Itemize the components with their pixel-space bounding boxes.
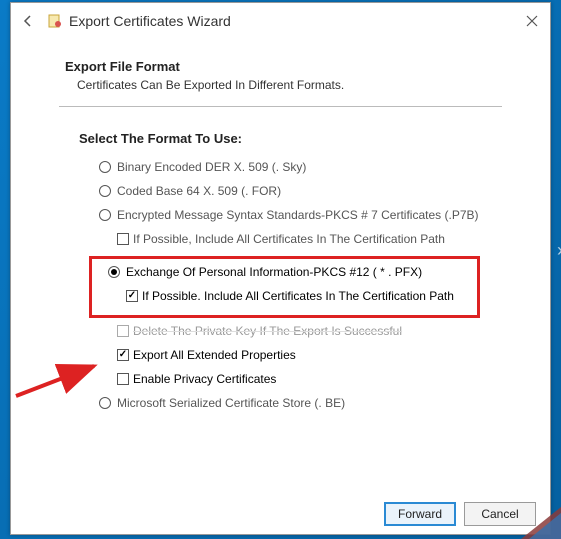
checkbox-icon xyxy=(117,233,129,245)
checkbox-icon xyxy=(126,290,138,302)
radio-ms-store[interactable]: Microsoft Serialized Certificate Store (… xyxy=(99,396,520,410)
divider xyxy=(59,106,502,107)
wizard-dialog: Export Certificates Wizard Export File F… xyxy=(10,2,551,535)
radio-der[interactable]: Binary Encoded DER X. 509 (. Sky) xyxy=(99,160,520,174)
certificate-icon xyxy=(47,13,63,29)
radio-label-pkcs12: Exchange Of Personal Information-PKCS #1… xyxy=(126,265,422,279)
back-button[interactable] xyxy=(19,12,37,30)
checkbox-icon xyxy=(117,325,129,337)
radio-icon xyxy=(99,161,111,173)
radio-pkcs12[interactable]: Exchange Of Personal Information-PKCS #1… xyxy=(108,265,471,279)
radio-label-base64: Coded Base 64 X. 509 (. FOR) xyxy=(117,184,281,198)
radio-icon xyxy=(99,397,111,409)
format-prompt: Select The Format To Use: xyxy=(79,131,520,146)
checkbox-icon xyxy=(117,373,129,385)
window-title: Export Certificates Wizard xyxy=(69,13,231,29)
radio-label-pkcs7: Encrypted Message Syntax Standards-PKCS … xyxy=(117,208,479,222)
footer-buttons: Forward Cancel xyxy=(384,502,536,526)
radio-base64[interactable]: Coded Base 64 X. 509 (. FOR) xyxy=(99,184,520,198)
radio-label-ms-store: Microsoft Serialized Certificate Store (… xyxy=(117,396,345,410)
check-delete-key[interactable]: Delete The Private Key If The Export Is … xyxy=(117,324,520,338)
page-heading: Export File Format xyxy=(65,59,520,74)
check-pkcs7-chain[interactable]: If Possible, Include All Certificates In… xyxy=(117,232,520,246)
forward-button[interactable]: Forward xyxy=(384,502,456,526)
check-pkcs12-chain[interactable]: If Possible. Include All Certificates In… xyxy=(126,289,471,303)
page-subheading: Certificates Can Be Exported In Differen… xyxy=(77,78,520,92)
check-export-extended[interactable]: Export All Extended Properties xyxy=(117,348,520,362)
check-label-enable-privacy: Enable Privacy Certificates xyxy=(133,372,276,386)
highlight-annotation: Exchange Of Personal Information-PKCS #1… xyxy=(89,256,480,318)
back-arrow-icon xyxy=(20,13,36,29)
format-options: Binary Encoded DER X. 509 (. Sky) Coded … xyxy=(99,160,520,410)
checkbox-icon xyxy=(117,349,129,361)
radio-icon xyxy=(99,185,111,197)
check-label-pkcs7-chain: If Possible, Include All Certificates In… xyxy=(133,232,445,246)
close-button[interactable] xyxy=(522,11,542,31)
close-icon xyxy=(526,15,538,27)
radio-pkcs7[interactable]: Encrypted Message Syntax Standards-PKCS … xyxy=(99,208,520,222)
cancel-button[interactable]: Cancel xyxy=(464,502,536,526)
radio-icon xyxy=(108,266,120,278)
check-label-delete-key: Delete The Private Key If The Export Is … xyxy=(133,324,402,338)
radio-icon xyxy=(99,209,111,221)
radio-label-der: Binary Encoded DER X. 509 (. Sky) xyxy=(117,160,306,174)
titlebar: Export Certificates Wizard xyxy=(11,3,550,39)
check-label-export-extended: Export All Extended Properties xyxy=(133,348,296,362)
check-label-pkcs12-chain: If Possible. Include All Certificates In… xyxy=(142,289,454,303)
check-enable-privacy[interactable]: Enable Privacy Certificates xyxy=(117,372,520,386)
content-area: Export File Format Certificates Can Be E… xyxy=(11,39,550,410)
side-chevron-icon: › xyxy=(557,240,561,261)
